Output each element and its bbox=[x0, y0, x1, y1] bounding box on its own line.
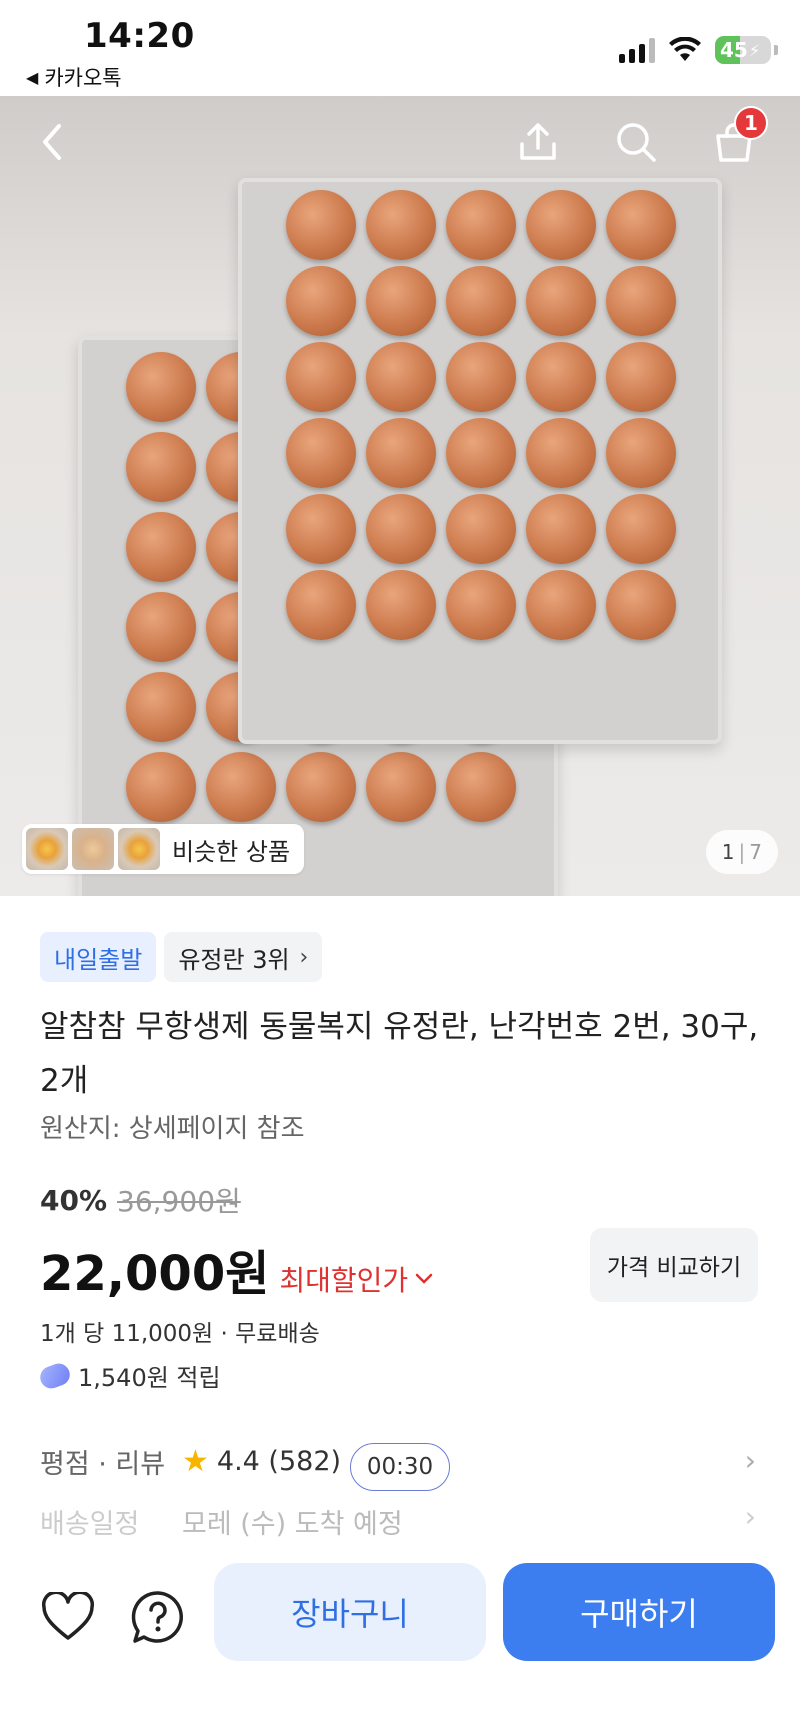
search-icon bbox=[617, 123, 656, 162]
pager-total: 7 bbox=[749, 840, 762, 864]
shipping-value: 모레 (수) 도착 예정 bbox=[182, 1508, 403, 1540]
discount-row: 40% 36,900원 bbox=[40, 1180, 241, 1220]
cellular-signal-icon bbox=[619, 37, 655, 63]
similar-thumb-1 bbox=[26, 828, 68, 870]
cart-nav-button[interactable]: 1 bbox=[706, 106, 768, 170]
star-icon: ★ bbox=[182, 1443, 209, 1479]
max-discount-label: 최대할인가 bbox=[279, 1264, 409, 1297]
rating-value: 4.4 (582) bbox=[216, 1445, 342, 1477]
buy-now-button[interactable]: 구매하기 bbox=[503, 1563, 775, 1661]
heart-icon bbox=[42, 1592, 94, 1640]
original-price: 36,900원 bbox=[117, 1185, 241, 1218]
product-origin: 원산지: 상세페이지 참조 bbox=[40, 1114, 305, 1144]
points-label: 1,540원 적립 bbox=[78, 1364, 221, 1392]
back-triangle-icon: ◀ bbox=[26, 67, 39, 87]
back-app-label: 카카오톡 bbox=[44, 66, 122, 90]
pager-current: 1 bbox=[721, 840, 735, 864]
share-icon bbox=[520, 123, 556, 160]
inquiry-button[interactable] bbox=[126, 1585, 190, 1649]
sale-price: 22,000원 bbox=[40, 1246, 270, 1302]
search-button[interactable] bbox=[608, 114, 664, 170]
reward-points: 1,540원 적립 bbox=[37, 1358, 221, 1393]
similar-products-label: 비슷한 상품 bbox=[172, 837, 291, 866]
price-compare-button[interactable]: 가격 비교하기 bbox=[590, 1228, 758, 1302]
cart-count-badge: 1 bbox=[734, 106, 768, 140]
unit-price-shipping: 1개 당 11,000원 · 무료배송 bbox=[40, 1321, 320, 1347]
status-time: 14:20 bbox=[84, 16, 195, 56]
bottom-action-bar: 장바구니 구매하기 bbox=[0, 1545, 800, 1731]
image-pager-indicator: 1 | 7 bbox=[705, 830, 778, 874]
back-button[interactable] bbox=[24, 114, 80, 170]
back-to-app-link[interactable]: ◀ 카카오톡 bbox=[26, 62, 122, 92]
product-nav-bar: 1 bbox=[0, 96, 800, 186]
wishlist-button[interactable] bbox=[36, 1585, 100, 1649]
shipping-row[interactable]: 배송일정 모레 (수) 도착 예정 › bbox=[40, 1500, 760, 1542]
timer-badge: 00:30 bbox=[350, 1443, 450, 1491]
status-icons: 45 ⚡ bbox=[619, 36, 778, 64]
question-bubble-icon bbox=[131, 1591, 183, 1643]
ranking-badge-label: 유정란 3위 bbox=[178, 945, 290, 974]
review-row-label: 평점 · 리뷰 bbox=[40, 1448, 166, 1480]
discount-percent: 40% bbox=[40, 1183, 108, 1217]
share-button[interactable] bbox=[510, 114, 566, 170]
battery-icon: 45 ⚡ bbox=[715, 36, 771, 64]
ranking-badge[interactable]: 유정란 3위 › bbox=[164, 932, 323, 982]
status-bar: 14:20 ◀ 카카오톡 45 ⚡ bbox=[0, 0, 800, 96]
delivery-badge: 내일출발 bbox=[40, 932, 157, 982]
add-to-cart-button[interactable]: 장바구니 bbox=[214, 1563, 486, 1661]
chevron-down-icon bbox=[415, 1273, 433, 1284]
shipping-row-label: 배송일정 bbox=[40, 1508, 140, 1540]
battery-cap bbox=[774, 45, 778, 55]
product-badges: 내일출발 유정란 3위 › bbox=[40, 932, 323, 982]
points-icon bbox=[37, 1360, 73, 1391]
similar-products-button[interactable]: 비슷한 상품 bbox=[22, 824, 305, 874]
product-title: 알참참 무항생제 동물복지 유정란, 난각번호 2번, 30구, 2개 bbox=[40, 1009, 759, 1099]
wifi-icon bbox=[669, 37, 701, 61]
chevron-right-icon: › bbox=[744, 1444, 756, 1477]
similar-thumb-3 bbox=[118, 828, 160, 870]
price-row: 22,000원 최대할인가 bbox=[40, 1234, 434, 1304]
max-discount-toggle[interactable]: 최대할인가 bbox=[279, 1259, 434, 1299]
chevron-right-icon: › bbox=[744, 1500, 756, 1533]
pager-separator: | bbox=[738, 840, 746, 864]
similar-thumb-2 bbox=[72, 828, 114, 870]
battery-level: 45 bbox=[720, 38, 748, 62]
chevron-right-icon: › bbox=[299, 944, 309, 970]
back-chevron-icon bbox=[43, 124, 61, 160]
product-image-carousel[interactable]: 1 비슷한 상품 1 | 7 bbox=[0, 96, 800, 896]
egg-grid-front bbox=[286, 190, 676, 640]
